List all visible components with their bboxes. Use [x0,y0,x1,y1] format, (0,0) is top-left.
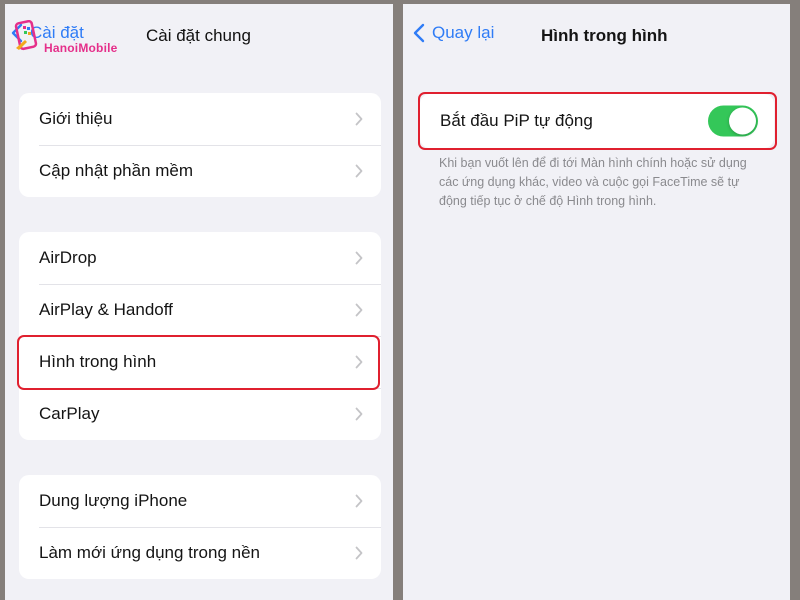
settings-group-storage: Dung lượng iPhone Làm mới ứng dụng trong… [19,475,381,579]
row-label: CarPlay [39,404,100,423]
page-title: Hình trong hình [541,26,668,45]
row-label: Dung lượng iPhone [39,491,188,510]
chevron-right-icon [355,164,363,178]
row-airplay-handoff[interactable]: AirPlay & Handoff [19,284,381,336]
chevron-left-icon [413,23,425,43]
toggle-knob [729,107,756,135]
row-label: Cập nhật phần mềm [39,161,194,180]
row-label: Làm mới ứng dụng trong nền [39,543,260,562]
row-label: AirDrop [39,248,97,267]
row-auto-pip: Bắt đầu PiP tự động [420,94,774,148]
toggle-label: Bắt đầu PiP tự động [440,111,593,130]
general-settings-screen: Cài đặt HanoiMobile Cài đặt chung Giới t… [5,4,393,600]
chevron-right-icon [355,112,363,126]
settings-group-about: Giới thiệu Cập nhật phần mềm [19,93,381,197]
row-label: Hình trong hình [39,352,157,371]
row-label: Giới thiệu [39,109,113,128]
back-button[interactable]: Quay lại [413,23,494,43]
settings-group-connectivity: AirDrop AirPlay & Handoff Hình trong hìn… [19,232,381,440]
row-about[interactable]: Giới thiệu [19,93,381,145]
chevron-right-icon [355,303,363,317]
nav-bar: Quay lại Hình trong hình [403,4,790,64]
chevron-right-icon [355,407,363,421]
chevron-right-icon [355,355,363,369]
back-label: Quay lại [432,23,495,42]
row-carplay[interactable]: CarPlay [19,388,381,440]
chevron-right-icon [355,494,363,508]
row-label: AirPlay & Handoff [39,300,173,319]
row-background-app-refresh[interactable]: Làm mới ứng dụng trong nền [19,527,381,579]
chevron-right-icon [355,546,363,560]
page-title: Cài đặt chung [146,26,251,45]
footnote-text: Khi bạn vuốt lên để đi tới Màn hình chín… [439,156,747,208]
nav-bar: Cài đặt HanoiMobile Cài đặt chung [5,4,393,64]
watermark-text: HanoiMobile [44,41,118,55]
row-software-update[interactable]: Cập nhật phần mềm [19,145,381,197]
row-iphone-storage[interactable]: Dung lượng iPhone [19,475,381,527]
row-picture-in-picture[interactable]: Hình trong hình [19,336,381,388]
picture-in-picture-screen: Quay lại Hình trong hình Bắt đầu PiP tự … [403,4,790,600]
chevron-right-icon [355,251,363,265]
hanoimobile-logo-icon [14,20,38,51]
row-airdrop[interactable]: AirDrop [19,232,381,284]
auto-pip-toggle[interactable] [708,105,758,137]
